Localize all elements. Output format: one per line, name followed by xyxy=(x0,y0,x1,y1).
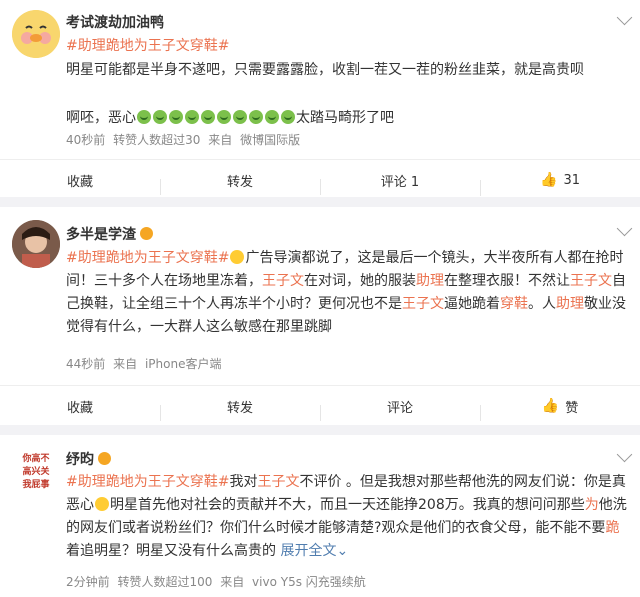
avatar-image xyxy=(12,220,60,268)
weibo-post-1: 考试渡劫加油鸭 #助理跪地为王子文穿鞋# 明星可能都是半身不遂吧，只需要露露脸，… xyxy=(0,0,640,197)
like-button[interactable]: 👍 赞 xyxy=(480,397,640,421)
post-meta: 44秒前 来自 iPhone客户端 xyxy=(66,355,225,372)
text: 啊呸，恶心 xyxy=(66,110,136,126)
collect-button[interactable]: 收藏 xyxy=(0,397,160,416)
username[interactable]: 纾昀 xyxy=(66,449,111,469)
repost-count: 转赞人数超过30 xyxy=(113,133,201,147)
vomit-emoji-icon xyxy=(136,110,296,126)
timestamp: 2分钟前 xyxy=(66,575,110,589)
divider xyxy=(0,425,640,435)
post-text: #助理跪地为王子文穿鞋# 广告导演都说了，这是最后一个镜头，大半夜所有人都在抢时间… xyxy=(66,250,626,335)
thumbs-up-icon: 👍 xyxy=(541,398,560,414)
topic-tag[interactable]: #助理跪地为王子文穿鞋# xyxy=(66,38,229,54)
topic-tag[interactable]: #助理跪地为王子文穿鞋# xyxy=(66,250,229,266)
expand-full-text-link[interactable]: 展开全文 xyxy=(280,543,336,559)
tired-face-emoji-icon xyxy=(95,497,109,511)
vip-badge-icon xyxy=(140,227,153,240)
comment-button[interactable]: 评论 xyxy=(320,397,480,421)
chevron-down-icon[interactable] xyxy=(616,9,633,26)
weibo-post-3: 你高不 高兴关 我屁事 纾昀 #助理跪地为王子文穿鞋#我对王子文不评价 。但是我… xyxy=(0,435,640,597)
sweat-smile-emoji-icon xyxy=(230,250,245,264)
avatar-calligraphy: 你高不 高兴关 我屁事 xyxy=(22,454,50,490)
post-text: #助理跪地为王子文穿鞋# 明星可能都是半身不遂吧，只需要露露脸，收割一茬又一茬的… xyxy=(66,34,630,130)
text: 明星可能都是半身不遂吧，只需要露露脸，收割一茬又一茬的粉丝韭菜，就是高贵呗 xyxy=(66,62,584,78)
chevron-down-icon[interactable] xyxy=(616,220,633,237)
chevron-down-icon[interactable] xyxy=(616,446,633,463)
post-text: #助理跪地为王子文穿鞋#我对王子文不评价 。但是我想对那些帮他洗的网友们说：你是… xyxy=(66,474,627,559)
avatar[interactable]: 你高不 高兴关 我屁事 xyxy=(12,449,60,497)
source-label: 来自 xyxy=(220,575,245,589)
source-label: 来自 xyxy=(208,133,233,147)
duck-avatar-icon xyxy=(12,10,60,58)
text: 太踏马畸形了吧 xyxy=(296,110,394,126)
post-meta: 40秒前 转赞人数超过30 来自 微博国际版 xyxy=(66,131,304,148)
source-client[interactable]: 微博国际版 xyxy=(240,133,300,147)
topic-tag[interactable]: #助理跪地为王子文穿鞋# xyxy=(66,474,229,490)
repost-button[interactable]: 转发 xyxy=(160,397,320,421)
weibo-post-2: 多半是学渣 #助理跪地为王子文穿鞋# 广告导演都说了，这是最后一个镜头，大半夜所有… xyxy=(0,207,640,425)
vip-badge-icon xyxy=(98,452,111,465)
username[interactable]: 多半是学渣 xyxy=(66,224,153,244)
chevron-down-icon[interactable]: ⌄ xyxy=(336,543,348,559)
source-client[interactable]: iPhone客户端 xyxy=(145,357,222,371)
username[interactable]: 考试渡劫加油鸭 xyxy=(66,12,164,32)
timestamp: 40秒前 xyxy=(66,133,106,147)
like-button[interactable]: 👍 31 xyxy=(480,172,640,196)
post-meta: 2分钟前 转赞人数超过100 来自 vivo Y5s 闪充强续航 xyxy=(66,573,370,590)
avatar[interactable] xyxy=(12,220,60,268)
repost-count: 转赞人数超过100 xyxy=(117,575,213,589)
repost-button[interactable]: 转发 xyxy=(160,171,320,195)
avatar[interactable] xyxy=(12,10,60,58)
action-bar: 收藏 转发 评论 1 👍 31 xyxy=(0,159,640,200)
thumbs-up-icon: 👍 xyxy=(540,172,558,188)
action-bar: 收藏 转发 评论 👍 赞 xyxy=(0,385,640,426)
source-client[interactable]: vivo Y5s 闪充强续航 xyxy=(252,575,366,589)
timestamp: 44秒前 xyxy=(66,357,106,371)
collect-button[interactable]: 收藏 xyxy=(0,171,160,190)
source-label: 来自 xyxy=(113,357,138,371)
comment-button[interactable]: 评论 1 xyxy=(320,171,480,195)
